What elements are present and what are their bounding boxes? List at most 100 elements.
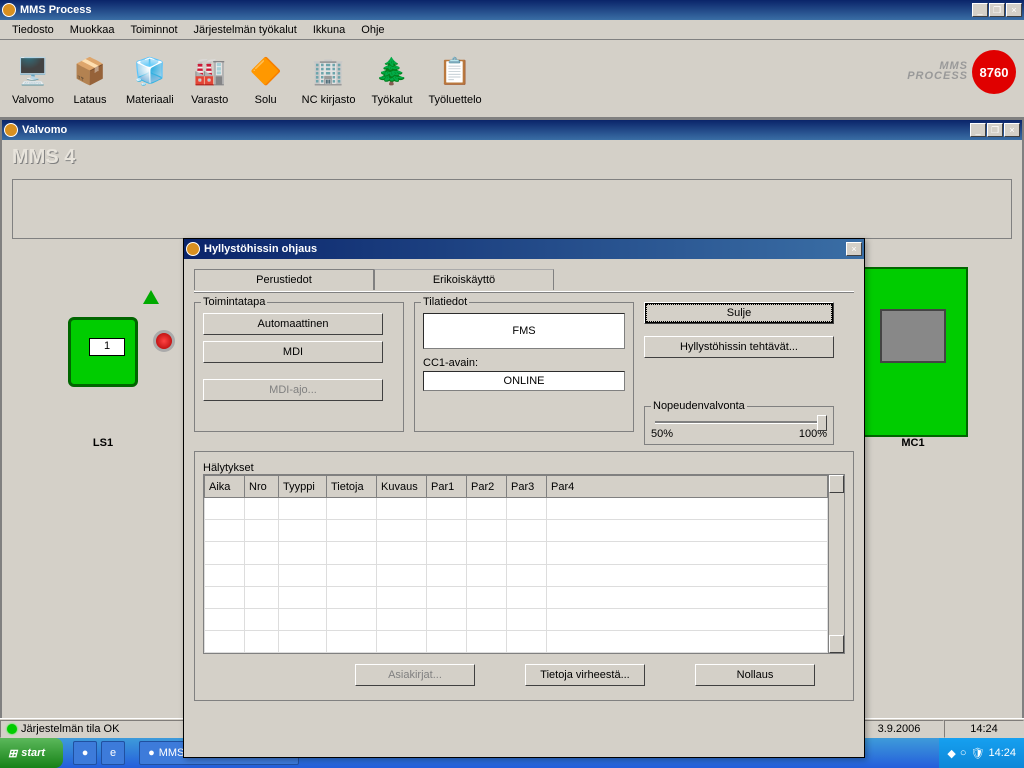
nollaus-button[interactable]: Nollaus bbox=[695, 664, 815, 686]
col-aika[interactable]: Aika bbox=[205, 476, 245, 498]
slider-thumb[interactable] bbox=[817, 415, 827, 431]
table-row[interactable] bbox=[205, 564, 828, 586]
toolbar-nckirjasto[interactable]: 🏢NC kirjasto bbox=[300, 50, 358, 108]
tab-erikoiskaytto[interactable]: Erikoiskäyttö bbox=[374, 269, 554, 290]
toolbar-tyoluettelo[interactable]: 📋Työluettelo bbox=[426, 50, 483, 108]
slider-min-label: 50% bbox=[651, 428, 673, 440]
grid-scrollbar[interactable] bbox=[828, 475, 844, 653]
quicklaunch-mms-icon[interactable]: ● bbox=[73, 741, 97, 765]
child-restore-button[interactable]: ❐ bbox=[987, 123, 1003, 137]
child-close-button[interactable]: × bbox=[1004, 123, 1020, 137]
tray-shield-icon[interactable]: 🛡 bbox=[971, 747, 985, 760]
station-ls1-label: LS1 bbox=[93, 437, 113, 449]
arrow-up-icon bbox=[143, 290, 159, 304]
ls1-icon bbox=[68, 317, 138, 387]
cc1-display: ONLINE bbox=[423, 371, 625, 391]
toolbar-varasto[interactable]: 🏭Varasto bbox=[188, 50, 232, 108]
hyllystohissin-tehtavat-button[interactable]: Hyllystöhissin tehtävät... bbox=[644, 336, 834, 358]
asiakirjat-button: Asiakirjat... bbox=[355, 664, 475, 686]
minimize-button[interactable]: _ bbox=[972, 3, 988, 17]
menu-muokkaa[interactable]: Muokkaa bbox=[62, 22, 123, 38]
col-par1[interactable]: Par1 bbox=[427, 476, 467, 498]
mdi-button[interactable]: MDI bbox=[203, 341, 383, 363]
toimintatapa-legend: Toimintatapa bbox=[201, 296, 267, 308]
windows-logo-icon: ⊞ bbox=[8, 747, 17, 760]
table-row[interactable] bbox=[205, 498, 828, 520]
table-row[interactable] bbox=[205, 542, 828, 564]
table-row[interactable] bbox=[205, 520, 828, 542]
dialog-close-button[interactable]: × bbox=[846, 242, 862, 256]
station-ls1[interactable]: LS1 bbox=[48, 267, 158, 449]
tray-clock: 14:24 bbox=[988, 747, 1016, 759]
toolbar-nckirjasto-label: NC kirjasto bbox=[302, 94, 356, 106]
mdi-workspace: Valvomo _ ❐ × MMS 4 LS1 MC1 bbox=[0, 118, 1024, 726]
tietoja-virheesta-button[interactable]: Tietoja virheestä... bbox=[525, 664, 645, 686]
menu-ikkuna[interactable]: Ikkuna bbox=[305, 22, 353, 38]
app-title: MMS Process bbox=[20, 4, 972, 16]
toolbar-valvomo-label: Valvomo bbox=[12, 94, 54, 106]
tab-perustiedot[interactable]: Perustiedot bbox=[194, 269, 374, 290]
emergency-stop-icon bbox=[153, 330, 175, 352]
toolbar-varasto-label: Varasto bbox=[191, 94, 228, 106]
close-button[interactable]: × bbox=[1006, 3, 1022, 17]
tray-icon-2[interactable]: ○ bbox=[960, 747, 967, 759]
brand-line2: PROCESS bbox=[907, 72, 968, 82]
toolbar-tyokalut[interactable]: 🌲Työkalut bbox=[369, 50, 414, 108]
col-par2[interactable]: Par2 bbox=[467, 476, 507, 498]
fms-display: FMS bbox=[423, 313, 625, 349]
child-minimize-button[interactable]: _ bbox=[970, 123, 986, 137]
station-mc1[interactable]: MC1 bbox=[858, 267, 968, 449]
table-row[interactable] bbox=[205, 630, 828, 652]
col-tietoja[interactable]: Tietoja bbox=[327, 476, 377, 498]
overview-box bbox=[12, 179, 1012, 239]
automaattinen-button[interactable]: Automaattinen bbox=[203, 313, 383, 335]
status-led-icon bbox=[7, 724, 17, 734]
toolbar-solu-label: Solu bbox=[255, 94, 277, 106]
toolbar-tyokalut-label: Työkalut bbox=[371, 94, 412, 106]
alarm-grid[interactable]: Aika Nro Tyyppi Tietoja Kuvaus Par1 Par2… bbox=[203, 474, 845, 654]
sulje-button[interactable]: Sulje bbox=[644, 302, 834, 324]
app-icon bbox=[2, 3, 16, 17]
start-button[interactable]: ⊞ start bbox=[0, 738, 63, 768]
nopeudenvalvonta-group: Nopeudenvalvonta 50%100% bbox=[644, 406, 834, 445]
start-label: start bbox=[21, 747, 45, 759]
tilatiedot-legend: Tilatiedot bbox=[421, 296, 469, 308]
col-kuvaus[interactable]: Kuvaus bbox=[377, 476, 427, 498]
toolbar-valvomo[interactable]: 🖥️Valvomo bbox=[10, 50, 56, 108]
toolbar-materiaali[interactable]: 🧊Materiaali bbox=[124, 50, 176, 108]
menu-tiedosto[interactable]: Tiedosto bbox=[4, 22, 62, 38]
status-text: Järjestelmän tila OK bbox=[21, 723, 119, 735]
restore-button[interactable]: ❐ bbox=[989, 3, 1005, 17]
status-time: 14:24 bbox=[944, 720, 1024, 738]
col-par4[interactable]: Par4 bbox=[547, 476, 828, 498]
status-date: 3.9.2006 bbox=[854, 720, 944, 738]
menu-ohje[interactable]: Ohje bbox=[353, 22, 392, 38]
dialog-icon bbox=[186, 242, 200, 256]
brand-logo: MMSPROCESS 8760 bbox=[907, 50, 1016, 94]
toolbar-solu[interactable]: 🔶Solu bbox=[244, 50, 288, 108]
nopeus-legend: Nopeudenvalvonta bbox=[651, 400, 747, 412]
crane-control-dialog: Hyllystöhissin ohjaus × Perustiedot Erik… bbox=[183, 238, 865, 758]
fms-value: FMS bbox=[512, 325, 535, 337]
col-nro[interactable]: Nro bbox=[245, 476, 279, 498]
menu-jarjestelman[interactable]: Järjestelmän työkalut bbox=[186, 22, 305, 38]
tray-icon-1[interactable]: ◆ bbox=[947, 747, 955, 760]
window-icon bbox=[4, 123, 18, 137]
menubar: Tiedosto Muokkaa Toiminnot Järjestelmän … bbox=[0, 20, 1024, 40]
toolbar: 🖥️Valvomo 📦Lataus 🧊Materiaali 🏭Varasto 🔶… bbox=[0, 40, 1024, 118]
menu-toiminnot[interactable]: Toiminnot bbox=[122, 22, 185, 38]
page-heading: MMS 4 bbox=[12, 146, 1012, 169]
table-row[interactable] bbox=[205, 586, 828, 608]
station-mc1-label: MC1 bbox=[901, 437, 924, 449]
mc1-icon bbox=[858, 267, 968, 437]
quicklaunch-ie-icon[interactable]: e bbox=[101, 741, 125, 765]
col-par3[interactable]: Par3 bbox=[507, 476, 547, 498]
col-tyyppi[interactable]: Tyyppi bbox=[279, 476, 327, 498]
mdi-ajo-button: MDI-ajo... bbox=[203, 379, 383, 401]
toolbar-lataus[interactable]: 📦Lataus bbox=[68, 50, 112, 108]
halytykset-legend: Hälytykset bbox=[203, 462, 845, 474]
table-row[interactable] bbox=[205, 608, 828, 630]
system-tray[interactable]: ◆ ○ 🛡 14:24 bbox=[939, 738, 1024, 768]
speed-slider[interactable] bbox=[655, 421, 823, 424]
tilatiedot-group: Tilatiedot FMS CC1-avain: ONLINE bbox=[414, 302, 634, 432]
